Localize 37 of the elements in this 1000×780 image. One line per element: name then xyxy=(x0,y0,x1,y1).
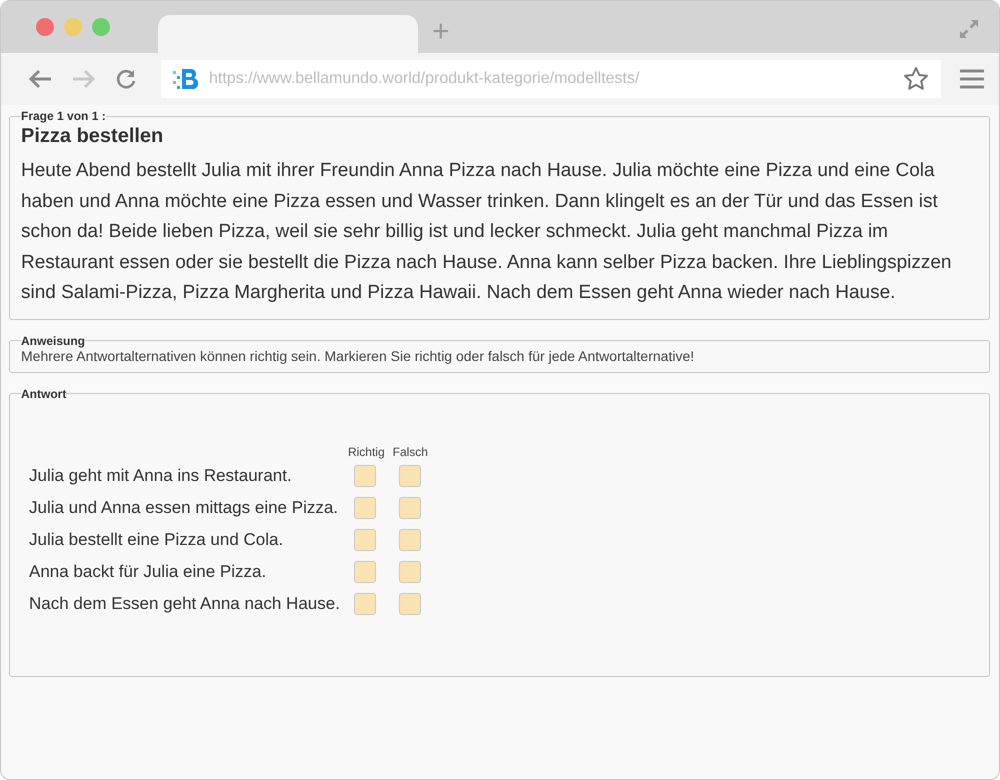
checkbox[interactable] xyxy=(354,528,376,550)
checkbox[interactable] xyxy=(398,528,421,550)
menu-icon[interactable] xyxy=(959,69,985,89)
statement-text: Julia bestellt eine Pizza und Cola. xyxy=(29,530,284,548)
statement-text: Nach dem Essen geht Anna nach Hause. xyxy=(29,594,340,612)
back-arrow-icon[interactable] xyxy=(27,68,53,90)
browser-tab[interactable] xyxy=(158,15,418,53)
checkbox[interactable] xyxy=(398,464,421,486)
checkbox[interactable] xyxy=(354,464,376,486)
story-paragraph: Heute Abend bestellt Julia mit ihrer Freundin Anna Pizza nach Hause. Julia möchte eine Pizza und eine Cola haben und Anna möchte eine Pizza essen und Wasser trinken. Dann klingelt es an der Tür und das Essen ist schon da! Beide lieben Pizza, weil sie sehr billig ist und lecker schmeckt. Julia geht manchmal Pizza im Restaurant essen oder sie bestellt die Pizza nach Hause. Anna kann selber Pizza backen. Ihre Lieblingspizzen sind Salami-Pizza, Pizza Margherita und Pizza Hawaii. Nach dem Essen geht Anna wieder nach Hause. xyxy=(21,159,952,305)
new-tab-button[interactable]: + xyxy=(418,17,450,53)
column-header: Richtig xyxy=(348,444,385,458)
statement-text: Julia und Anna essen mittags eine Pizza. xyxy=(29,498,338,516)
checkbox[interactable] xyxy=(354,592,376,614)
url-text: https://www.bellamundo.world/produkt-kategorie/modelltests/ xyxy=(209,70,640,88)
instruction-text: Mehrere Antwortalternativen können richtig sein. Markieren Sie richtig oder falsch für jede Antwortalternative! xyxy=(21,348,696,364)
address-bar[interactable]: https://www.bellamundo.world/produkt-kategorie/modelltests/ xyxy=(161,60,941,98)
section-legend: Anweisung xyxy=(21,334,86,348)
checkbox[interactable] xyxy=(398,592,421,614)
section-legend: Antwort xyxy=(21,386,66,400)
minimize-dot-icon[interactable] xyxy=(64,18,82,36)
expand-icon[interactable] xyxy=(957,17,981,41)
checkbox[interactable] xyxy=(398,560,421,582)
forward-arrow-icon[interactable] xyxy=(71,68,97,90)
close-dot-icon[interactable] xyxy=(36,18,54,36)
star-icon[interactable] xyxy=(903,66,929,92)
checkbox[interactable] xyxy=(354,496,376,518)
reload-icon[interactable] xyxy=(115,68,137,90)
logo-icon xyxy=(173,67,201,91)
statement-text: Julia geht mit Anna ins Restaurant. xyxy=(29,466,292,484)
question-title: Pizza bestellen xyxy=(21,125,164,148)
section-legend: Frage 1 von 1 : xyxy=(21,109,106,123)
statement-text: Anna backt für Julia eine Pizza. xyxy=(29,562,266,580)
zoom-dot-icon[interactable] xyxy=(92,18,110,36)
checkbox[interactable] xyxy=(354,560,376,582)
column-header: Falsch xyxy=(392,444,428,458)
checkbox[interactable] xyxy=(398,496,421,518)
